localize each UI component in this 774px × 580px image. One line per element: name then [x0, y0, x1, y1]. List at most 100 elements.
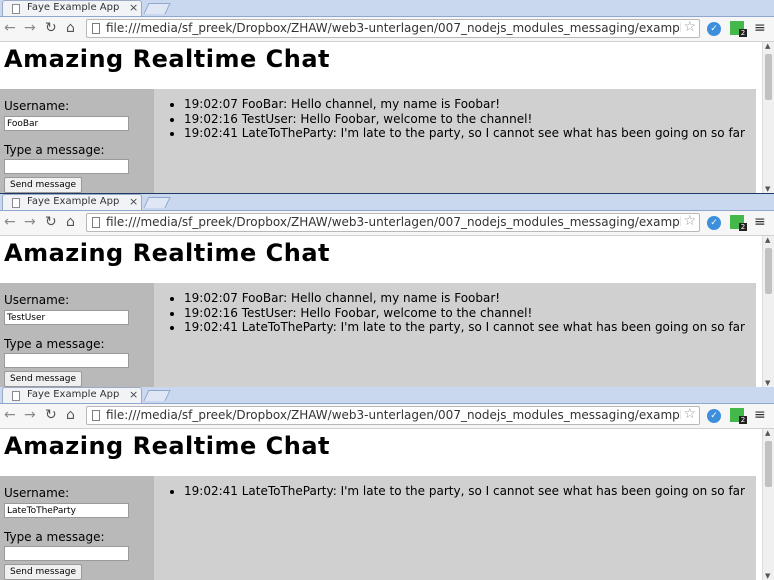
tab-strip: Faye Example App ×	[0, 387, 774, 404]
tab-strip: Faye Example App ×	[0, 0, 774, 17]
browser-tab[interactable]: Faye Example App ×	[2, 194, 142, 210]
address-bar[interactable]: file:///media/sf_preek/Dropbox/ZHAW/web3…	[86, 213, 700, 232]
forward-arrow-icon[interactable]: →	[24, 20, 36, 36]
back-arrow-icon[interactable]: ←	[4, 214, 16, 230]
new-tab-button[interactable]	[143, 197, 171, 208]
browser-toolbar: ← → ↻ ⌂ file:///media/sf_preek/Dropbox/Z…	[0, 17, 774, 42]
send-message-button[interactable]: Send message	[4, 177, 82, 193]
url-text[interactable]: file:///media/sf_preek/Dropbox/ZHAW/web3…	[106, 408, 681, 422]
forward-arrow-icon[interactable]: →	[24, 407, 36, 423]
tab-title: Faye Example App	[27, 389, 120, 400]
username-label: Username:	[4, 486, 70, 500]
back-arrow-icon[interactable]: ←	[4, 20, 16, 36]
extension-icon[interactable]: ✓	[707, 409, 721, 423]
bookmark-star-icon[interactable]: ☆	[683, 213, 696, 229]
extension-badge: 2	[739, 223, 747, 231]
close-tab-icon[interactable]: ×	[129, 388, 138, 401]
chat-form-panel: Username: Type a message: Send message	[0, 476, 154, 580]
username-input[interactable]	[4, 310, 129, 325]
browser-toolbar: ← → ↻ ⌂ file:///media/sf_preek/Dropbox/Z…	[0, 211, 774, 236]
address-bar[interactable]: file:///media/sf_preek/Dropbox/ZHAW/web3…	[86, 19, 700, 38]
forward-arrow-icon[interactable]: →	[24, 214, 36, 230]
vertical-scrollbar[interactable]: ▲ ▼	[762, 429, 774, 580]
username-label: Username:	[4, 99, 70, 113]
browser-window-foobar: Faye Example App × ← → ↻ ⌂ file:///media…	[0, 0, 774, 193]
extension-badge: 2	[739, 29, 747, 37]
browser-window-testuser: Faye Example App × ← → ↻ ⌂ file:///media…	[0, 194, 774, 387]
message-list: 19:02:07 FooBar: Hello channel, my name …	[154, 283, 756, 335]
back-arrow-icon[interactable]: ←	[4, 407, 16, 423]
message-item: 19:02:16 TestUser: Hello Foobar, welcome…	[184, 112, 756, 127]
scroll-down-icon[interactable]: ▼	[765, 379, 770, 387]
extension-badge: 2	[739, 416, 747, 424]
address-bar[interactable]: file:///media/sf_preek/Dropbox/ZHAW/web3…	[86, 406, 700, 425]
menu-icon[interactable]: ≡	[754, 21, 766, 35]
message-item: 19:02:07 FooBar: Hello channel, my name …	[184, 291, 756, 306]
browser-window-latetotheparty: Faye Example App × ← → ↻ ⌂ file:///media…	[0, 387, 774, 580]
username-label: Username:	[4, 293, 70, 307]
scroll-thumb[interactable]	[765, 441, 772, 487]
tab-title: Faye Example App	[27, 2, 120, 13]
message-list: 19:02:41 LateToTheParty: I'm late to the…	[154, 476, 756, 499]
close-tab-icon[interactable]: ×	[129, 1, 138, 14]
page-icon	[12, 198, 20, 208]
reload-icon[interactable]: ↻	[45, 407, 57, 423]
new-tab-button[interactable]	[143, 390, 171, 401]
tab-title: Faye Example App	[27, 196, 120, 207]
page-title: Amazing Realtime Chat	[4, 239, 330, 267]
username-input[interactable]	[4, 116, 129, 131]
message-label: Type a message:	[4, 143, 105, 157]
scroll-up-icon[interactable]: ▲	[765, 429, 770, 437]
scroll-up-icon[interactable]: ▲	[765, 42, 770, 50]
chat-form-panel: Username: Type a message: Send message	[0, 283, 154, 387]
scroll-down-icon[interactable]: ▼	[765, 572, 770, 580]
page-icon	[92, 23, 100, 34]
message-item: 19:02:41 LateToTheParty: I'm late to the…	[184, 126, 756, 141]
home-icon[interactable]: ⌂	[66, 20, 75, 36]
new-tab-button[interactable]	[143, 3, 171, 14]
page-icon	[12, 4, 20, 14]
send-message-button[interactable]: Send message	[4, 564, 82, 580]
page-icon	[92, 217, 100, 228]
page-viewport: Amazing Realtime Chat Username: Type a m…	[0, 236, 762, 387]
message-list: 19:02:07 FooBar: Hello channel, my name …	[154, 89, 756, 141]
send-message-button[interactable]: Send message	[4, 371, 82, 387]
scroll-thumb[interactable]	[765, 54, 772, 100]
extension-icon[interactable]: ✓	[707, 22, 721, 36]
reload-icon[interactable]: ↻	[45, 20, 57, 36]
message-item: 19:02:16 TestUser: Hello Foobar, welcome…	[184, 306, 756, 321]
vertical-scrollbar[interactable]: ▲ ▼	[762, 42, 774, 193]
close-tab-icon[interactable]: ×	[129, 195, 138, 208]
messages-panel: 19:02:07 FooBar: Hello channel, my name …	[154, 283, 756, 387]
bookmark-star-icon[interactable]: ☆	[683, 406, 696, 422]
reload-icon[interactable]: ↻	[45, 214, 57, 230]
scroll-up-icon[interactable]: ▲	[765, 236, 770, 244]
message-input[interactable]	[4, 353, 129, 368]
scroll-down-icon[interactable]: ▼	[765, 185, 770, 193]
vertical-scrollbar[interactable]: ▲ ▼	[762, 236, 774, 387]
extension-icon[interactable]: ✓	[707, 216, 721, 230]
browser-tab[interactable]: Faye Example App ×	[2, 0, 142, 16]
browser-tab[interactable]: Faye Example App ×	[2, 387, 142, 403]
message-input[interactable]	[4, 546, 129, 561]
message-item: 19:02:07 FooBar: Hello channel, my name …	[184, 97, 756, 112]
bookmark-star-icon[interactable]: ☆	[683, 19, 696, 35]
url-text[interactable]: file:///media/sf_preek/Dropbox/ZHAW/web3…	[106, 21, 681, 35]
menu-icon[interactable]: ≡	[754, 215, 766, 229]
username-input[interactable]	[4, 503, 129, 518]
page-title: Amazing Realtime Chat	[4, 45, 330, 73]
home-icon[interactable]: ⌂	[66, 407, 75, 423]
scroll-thumb[interactable]	[765, 248, 772, 294]
chat-form-panel: Username: Type a message: Send message	[0, 89, 154, 193]
page-icon	[92, 410, 100, 421]
home-icon[interactable]: ⌂	[66, 214, 75, 230]
messages-panel: 19:02:41 LateToTheParty: I'm late to the…	[154, 476, 756, 580]
tab-strip: Faye Example App ×	[0, 194, 774, 211]
message-input[interactable]	[4, 159, 129, 174]
message-label: Type a message:	[4, 530, 105, 544]
menu-icon[interactable]: ≡	[754, 408, 766, 422]
page-icon	[12, 391, 20, 401]
message-item: 19:02:41 LateToTheParty: I'm late to the…	[184, 484, 756, 499]
url-text[interactable]: file:///media/sf_preek/Dropbox/ZHAW/web3…	[106, 215, 681, 229]
page-viewport: Amazing Realtime Chat Username: Type a m…	[0, 42, 762, 193]
